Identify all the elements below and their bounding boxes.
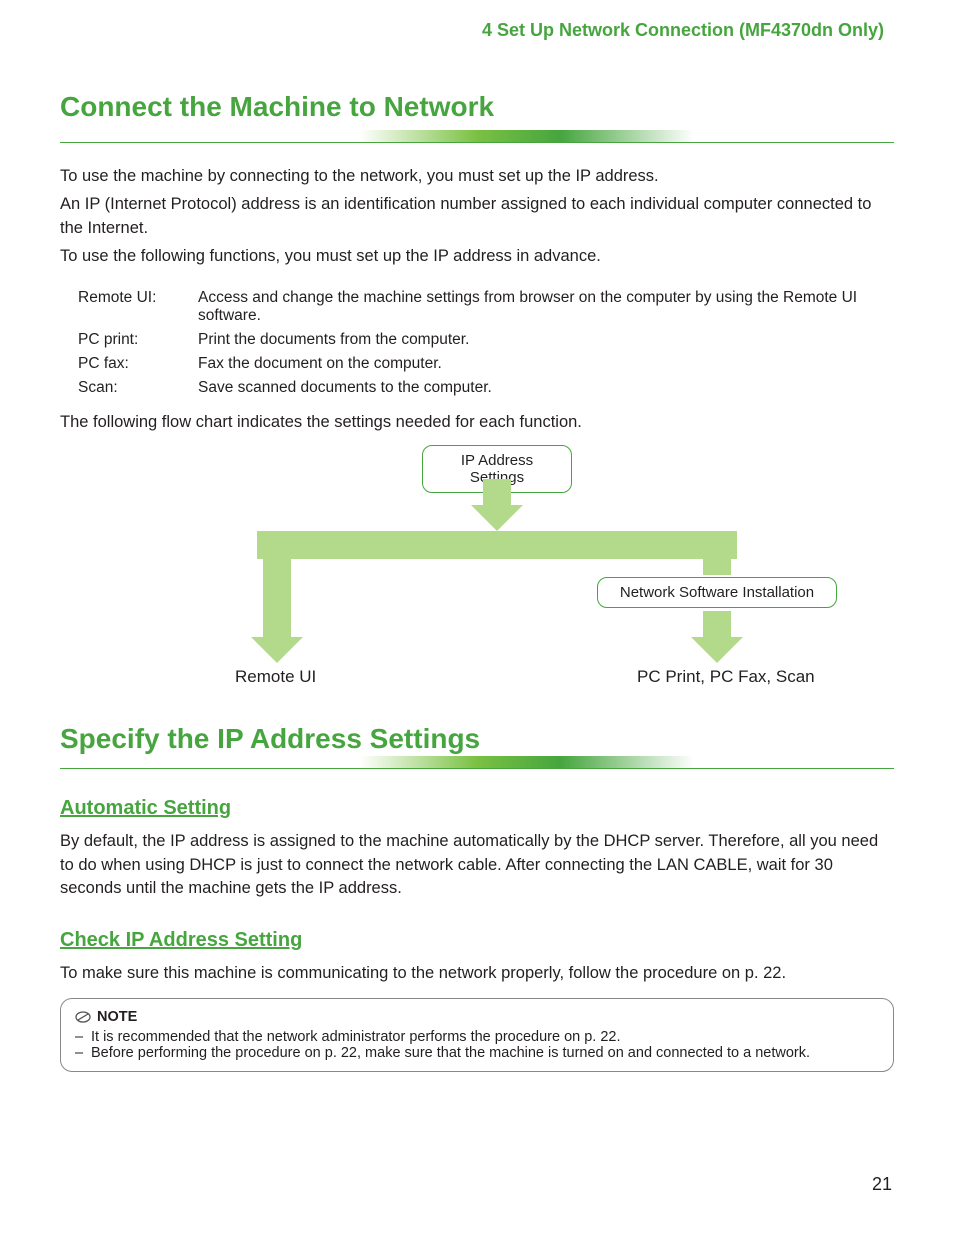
func-desc: Print the documents from the computer. [198, 331, 894, 349]
func-desc: Access and change the machine settings f… [198, 289, 894, 325]
flow-split-bar [257, 531, 737, 559]
title-underline [60, 755, 894, 769]
auto-setting-body: By default, the IP address is assigned t… [60, 830, 894, 902]
page-number: 21 [872, 1174, 892, 1195]
note-box: NOTE –It is recommended that the network… [60, 998, 894, 1072]
func-label: Remote UI: [78, 289, 198, 325]
check-ip-body: To make sure this machine is communicati… [60, 962, 894, 986]
flow-box-network-software: Network Software Installation [597, 577, 837, 608]
table-row: Remote UI: Access and change the machine… [78, 289, 894, 325]
note-item: –It is recommended that the network admi… [75, 1029, 879, 1045]
intro-para: An IP (Internet Protocol) address is an … [60, 193, 894, 241]
func-label: PC print: [78, 331, 198, 349]
arrow-head-icon [471, 505, 523, 531]
arrow-head-icon [251, 637, 303, 663]
func-desc: Save scanned documents to the computer. [198, 379, 894, 397]
table-row: Scan: Save scanned documents to the comp… [78, 379, 894, 397]
note-text: It is recommended that the network admin… [91, 1029, 621, 1045]
flow-intro: The following flow chart indicates the s… [60, 411, 894, 435]
intro-para: To use the following functions, you must… [60, 245, 894, 269]
function-table: Remote UI: Access and change the machine… [78, 289, 894, 397]
func-label: PC fax: [78, 355, 198, 373]
section-title-connect: Connect the Machine to Network [60, 91, 894, 123]
arrow-head-icon [691, 637, 743, 663]
heading-automatic-setting: Automatic Setting [60, 797, 894, 820]
heading-check-ip: Check IP Address Setting [60, 929, 894, 952]
table-row: PC print: Print the documents from the c… [78, 331, 894, 349]
arrow-stem [263, 555, 291, 639]
intro-para: To use the machine by connecting to the … [60, 165, 894, 189]
chapter-header: 4 Set Up Network Connection (MF4370dn On… [60, 20, 894, 41]
flow-label-pc: PC Print, PC Fax, Scan [637, 667, 815, 687]
arrow-stem [703, 555, 731, 575]
note-header: NOTE [75, 1009, 879, 1025]
note-icon [75, 1009, 91, 1025]
flow-label-remote-ui: Remote UI [235, 667, 316, 687]
section-title-specify-ip: Specify the IP Address Settings [60, 723, 894, 755]
table-row: PC fax: Fax the document on the computer… [78, 355, 894, 373]
flowchart: IP Address Settings Network Software Ins… [127, 445, 827, 695]
note-item: –Before performing the procedure on p. 2… [75, 1045, 879, 1061]
func-label: Scan: [78, 379, 198, 397]
func-desc: Fax the document on the computer. [198, 355, 894, 373]
note-text: Before performing the procedure on p. 22… [91, 1045, 810, 1061]
note-label: NOTE [97, 1009, 137, 1025]
title-underline [60, 129, 894, 143]
arrow-stem [703, 611, 731, 639]
arrow-stem [483, 479, 511, 507]
